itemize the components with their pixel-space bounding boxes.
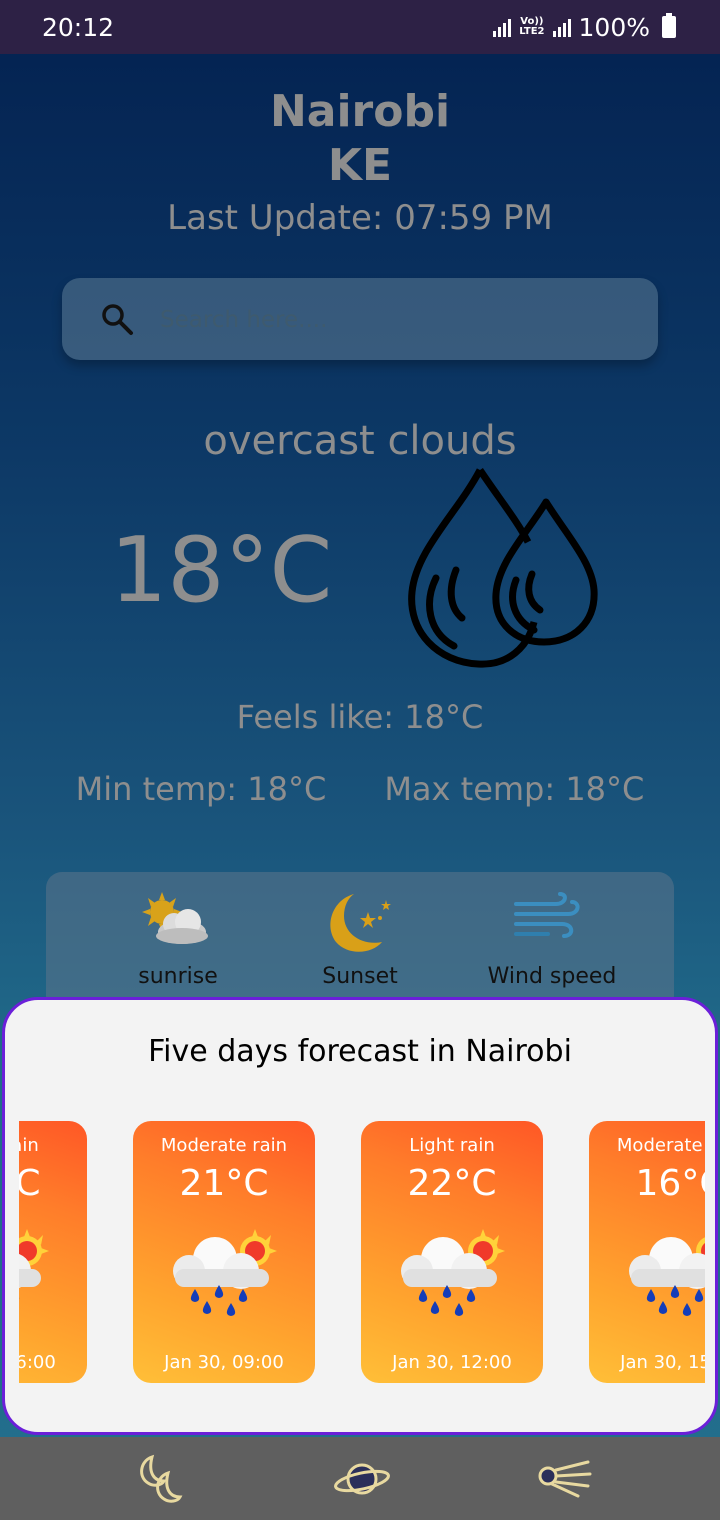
wind-speed-label: Wind speed — [487, 964, 617, 989]
water-drops-icon — [408, 468, 598, 668]
forecast-card[interactable]: Light rain 22°C Jan 30, 12:00 — [361, 1121, 543, 1383]
forecast-date: Jan 30, 15:00 — [620, 1352, 705, 1373]
forecast-card[interactable]: Moderate rain 21°C Jan 30, 09:00 — [133, 1121, 315, 1383]
signal-icon-2 — [552, 17, 571, 37]
status-bar: 20:12 Vo)) LTE2 100% — [0, 0, 720, 54]
nav-planet-button[interactable] — [332, 1449, 392, 1509]
bottom-nav — [0, 1437, 720, 1520]
moon-stars-icon — [330, 894, 391, 952]
weather-description: overcast clouds — [203, 418, 517, 464]
last-update: Last Update: 07:59 PM — [167, 198, 553, 238]
battery-icon — [662, 13, 676, 38]
forecast-temp: 21°C — [179, 1163, 269, 1204]
weather-details-panel: sunrise Sunset Wind speed — [46, 872, 674, 1012]
current-temperature: 18°C — [110, 518, 333, 623]
rain-sun-cloud-icon — [401, 1229, 505, 1316]
battery-percent: 100% — [578, 12, 650, 42]
forecast-carousel[interactable]: Light rain 22°C Jan 30, 06:00 Moderate r… — [19, 1121, 705, 1383]
status-indicators: Vo)) LTE2 100% — [493, 13, 676, 42]
signal-icon — [493, 17, 512, 37]
forecast-card[interactable]: Light rain 22°C Jan 30, 06:00 — [19, 1121, 87, 1383]
min-temp: Min temp: 18°C — [75, 770, 327, 808]
nav-comet-button[interactable] — [534, 1449, 594, 1509]
forecast-title: Five days forecast in Nairobi — [148, 1034, 572, 1069]
rain-sun-cloud-icon — [173, 1229, 277, 1316]
max-temp: Max temp: 18°C — [384, 770, 645, 808]
feels-like: Feels like: 18°C — [236, 698, 484, 736]
forecast-condition: Light rain — [409, 1135, 495, 1156]
sun-cloud-icon — [142, 892, 208, 944]
volte-icon: Vo)) LTE2 — [519, 16, 545, 37]
forecast-date: Jan 30, 06:00 — [19, 1352, 56, 1373]
status-time: 20:12 — [42, 12, 115, 42]
forecast-condition: Moderate rain — [616, 1135, 705, 1156]
sunrise-label: sunrise — [138, 964, 218, 989]
country-code: KE — [327, 140, 393, 191]
forecast-temp: 22°C — [407, 1163, 497, 1204]
search-input[interactable] — [160, 300, 630, 340]
search-icon[interactable] — [100, 302, 134, 336]
forecast-date: Jan 30, 12:00 — [392, 1352, 512, 1373]
planet-icon — [334, 1463, 390, 1495]
rain-sun-cloud-icon — [19, 1229, 49, 1300]
wind-icon — [514, 892, 580, 938]
rain-sun-cloud-icon — [629, 1237, 705, 1316]
forecast-date: Jan 30, 09:00 — [164, 1352, 284, 1373]
forecast-sheet: Five days forecast in Nairobi Light rain… — [2, 997, 718, 1435]
min-max-temp: Min temp: 18°C Max temp: 18°C — [0, 770, 720, 808]
forecast-temp: 16°C — [635, 1163, 705, 1204]
sunrise-detail[interactable]: sunrise — [138, 890, 218, 989]
forecast-card[interactable]: Moderate rain 16°C Jan 30, 15:00 — [589, 1121, 705, 1383]
comet-icon — [538, 1460, 592, 1498]
search-bar[interactable] — [62, 278, 658, 360]
sunset-label: Sunset — [322, 964, 398, 989]
sunset-detail[interactable]: Sunset — [320, 890, 398, 989]
crescent-moons-icon — [140, 1454, 183, 1503]
city-name: Nairobi — [269, 86, 451, 137]
forecast-condition: Light rain — [19, 1135, 39, 1156]
wind-speed-detail[interactable]: Wind speed — [488, 890, 616, 989]
forecast-temp: 22°C — [19, 1163, 87, 1204]
forecast-condition: Moderate rain — [160, 1135, 288, 1156]
nav-moon-button[interactable] — [130, 1449, 190, 1509]
